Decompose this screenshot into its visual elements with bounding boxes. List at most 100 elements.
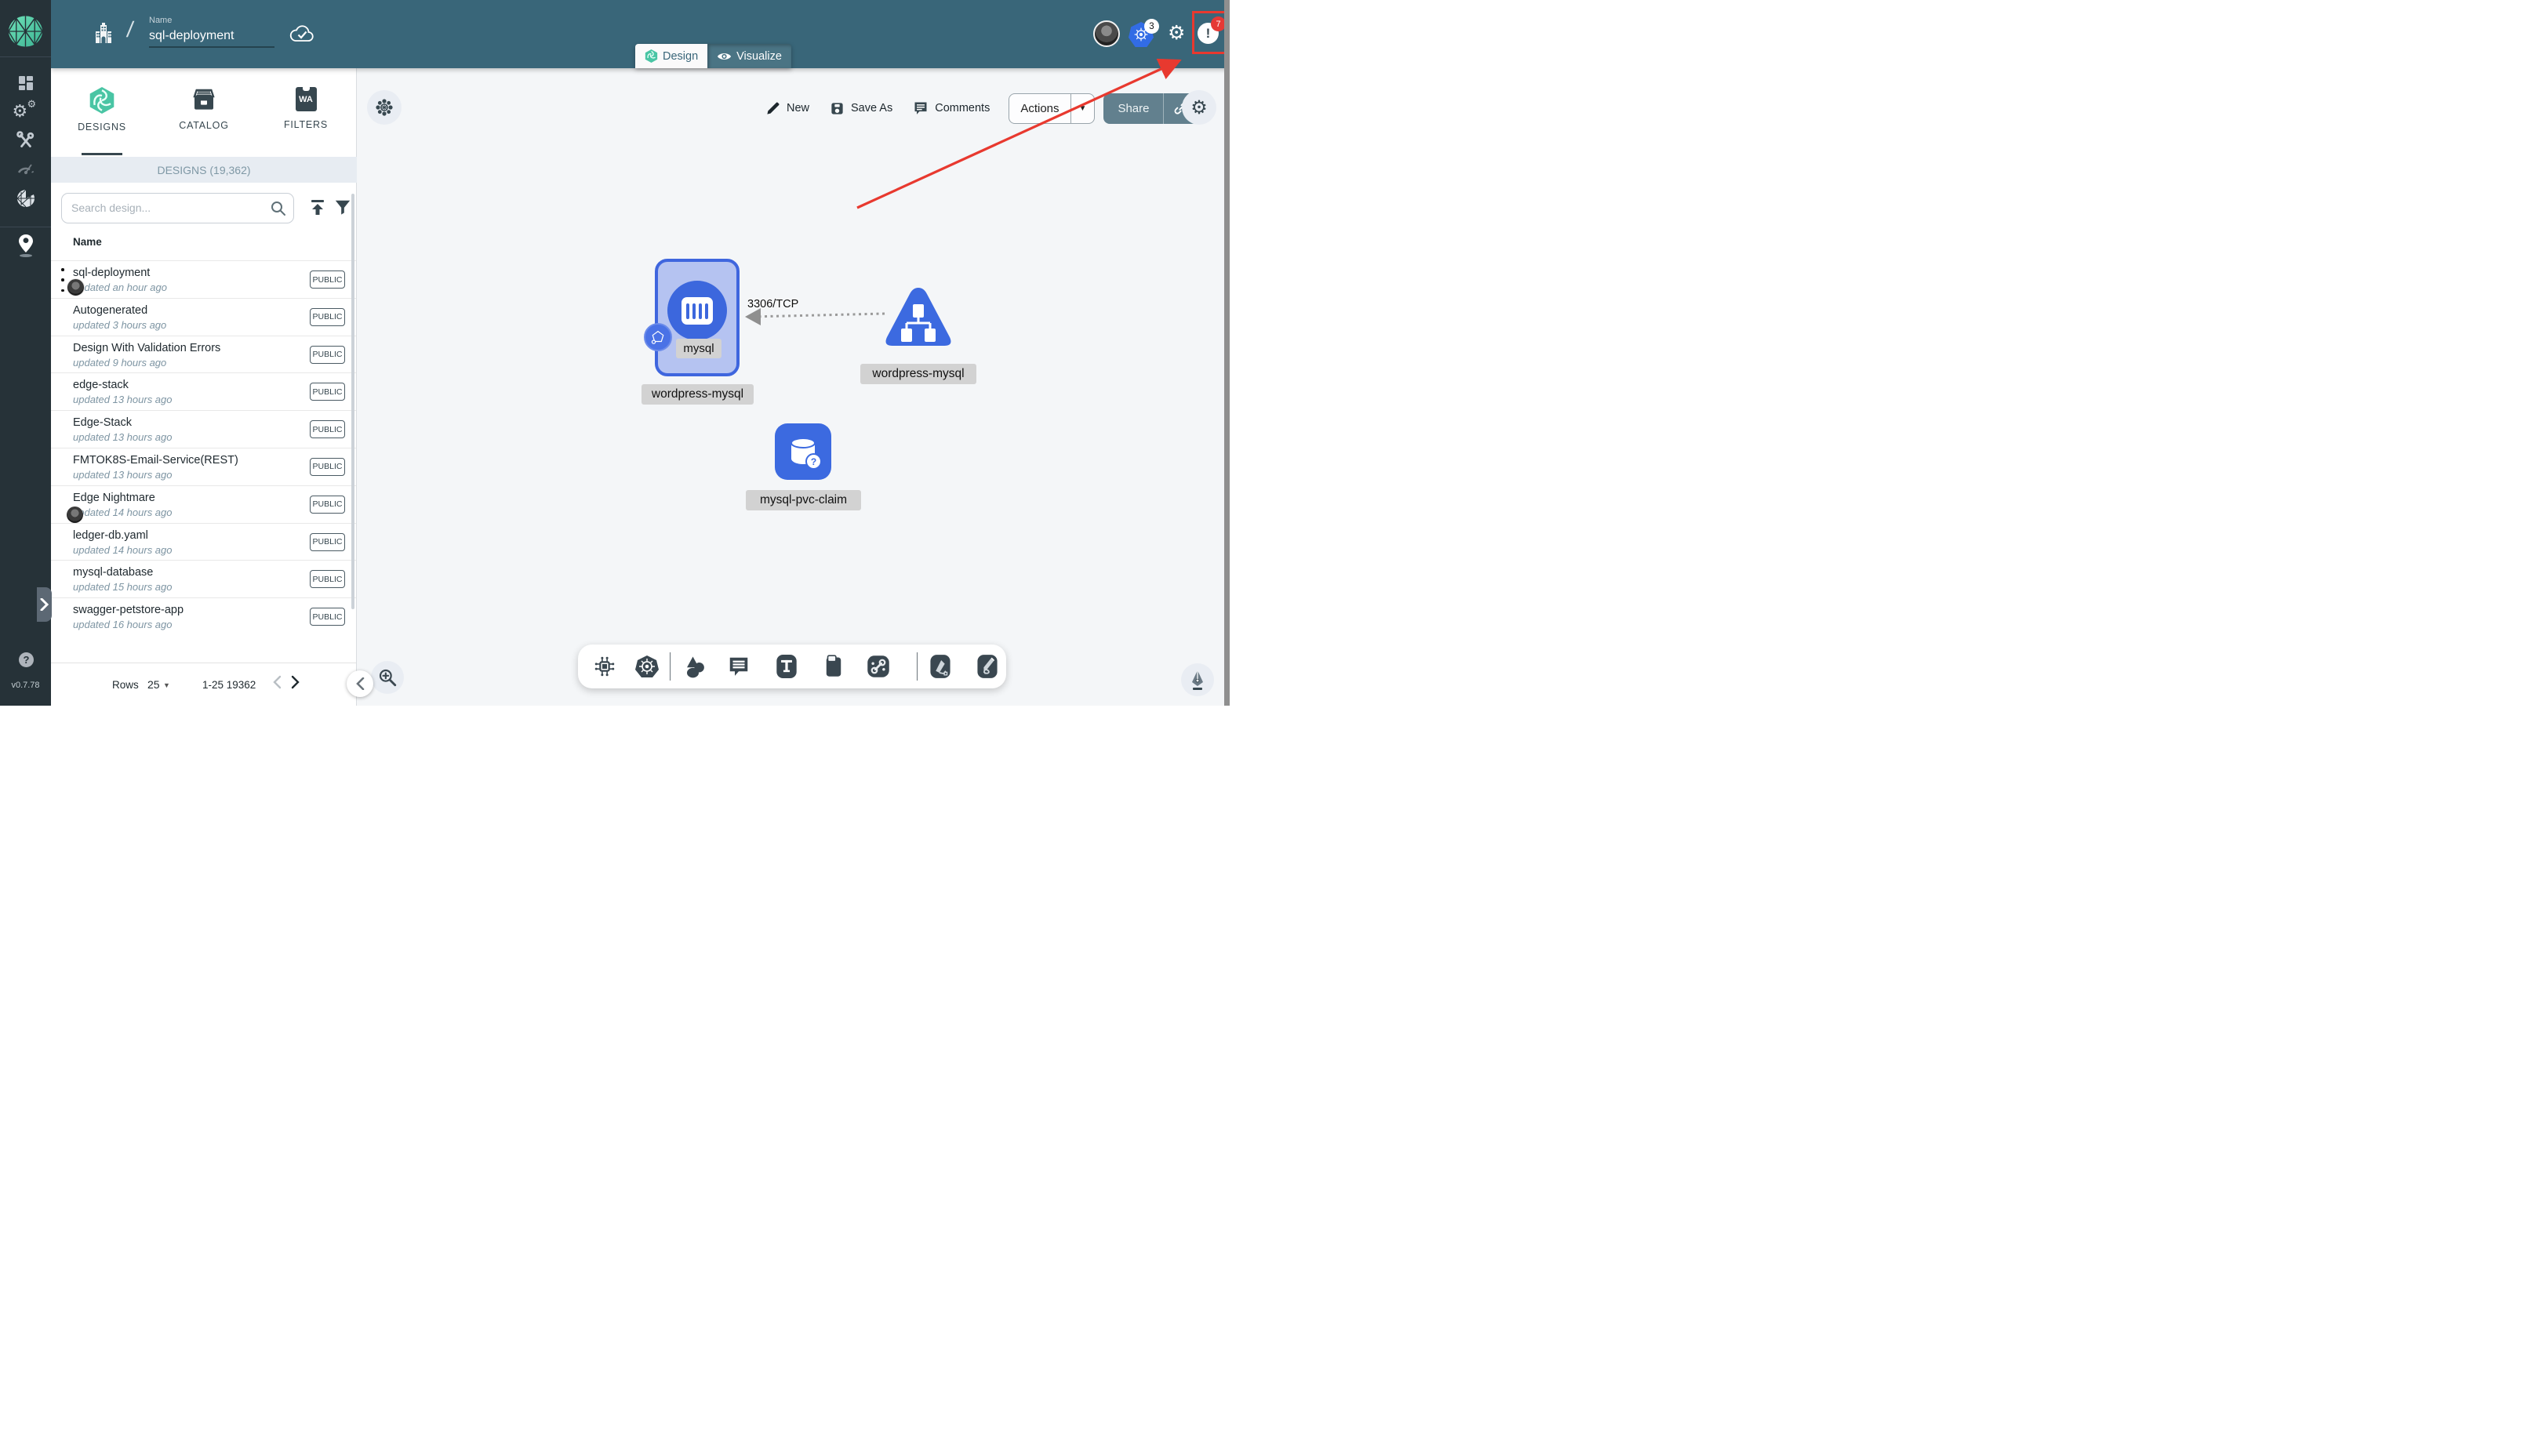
meshery-logo-icon[interactable] xyxy=(7,14,44,49)
meshery-designs-icon xyxy=(89,87,114,114)
actions-caret-icon[interactable]: ▼ xyxy=(1071,104,1095,113)
pvc-node[interactable]: ? xyxy=(775,423,831,480)
canvas-dock xyxy=(578,644,1006,688)
filter-funnel-icon[interactable] xyxy=(334,198,351,216)
shapes-button[interactable] xyxy=(678,644,711,688)
sidebar-item-dashboard[interactable] xyxy=(0,72,51,94)
gear-icon: ⚙ xyxy=(1190,96,1208,118)
component-shapes-button[interactable] xyxy=(589,644,620,688)
cloud-save-status-icon[interactable] xyxy=(289,24,315,44)
panel-scrollbar[interactable] xyxy=(351,194,354,609)
rows-per-page-value[interactable]: 25 xyxy=(147,678,160,691)
prev-page-button[interactable] xyxy=(272,675,282,689)
design-updated: updated 14 hours ago xyxy=(73,506,173,518)
sidebar-item-lifecycle[interactable]: ⚙ ⚙ xyxy=(0,100,51,124)
design-name: Autogenerated xyxy=(73,303,148,317)
comments-button[interactable]: Comments xyxy=(913,100,990,116)
row-menu-icon[interactable] xyxy=(61,268,64,292)
search-icon[interactable] xyxy=(270,200,287,217)
kubernetes-components-button[interactable] xyxy=(631,644,663,688)
text-icon xyxy=(776,655,797,678)
save-as-button[interactable]: Save As xyxy=(830,101,892,116)
design-updated: updated 14 hours ago xyxy=(73,543,173,556)
tab-designs[interactable]: DESIGNS xyxy=(51,68,153,157)
design-canvas[interactable]: New Save As Comments Actions ▼ Share ⚙ 3… xyxy=(358,68,1224,706)
design-updated: updated 13 hours ago xyxy=(73,431,173,444)
kubernetes-icon xyxy=(635,655,659,677)
deployment-node-label: wordpress-mysql xyxy=(642,384,754,405)
settings-gear-icon[interactable]: ⚙ xyxy=(1168,21,1185,45)
new-button[interactable]: New xyxy=(765,101,809,116)
wrenches-icon xyxy=(16,131,34,147)
dock-divider xyxy=(670,652,671,681)
question-mark-icon: ? xyxy=(23,654,30,666)
search-design-input[interactable] xyxy=(71,194,267,222)
actions-button[interactable]: Actions ▼ xyxy=(1009,93,1096,124)
sidebar-item-performance[interactable] xyxy=(0,157,51,177)
comment-bubble-icon xyxy=(729,657,748,676)
edge-port-label[interactable]: 3306/TCP xyxy=(747,298,798,310)
deployment-badge[interactable] xyxy=(644,323,672,351)
freehand-draw-button[interactable] xyxy=(970,644,1005,688)
pencil-icon xyxy=(767,102,780,114)
owner-avatar[interactable] xyxy=(67,278,85,296)
collapse-panel-button[interactable] xyxy=(347,670,373,697)
breadcrumb-separator: / xyxy=(125,17,136,42)
visibility-badge: PUBLIC xyxy=(310,271,345,289)
design-name: swagger-petstore-app xyxy=(73,604,184,617)
pen-tool-button[interactable] xyxy=(923,644,958,688)
pod-circle[interactable] xyxy=(667,281,727,340)
chip-icon xyxy=(594,656,615,677)
sidebar-item-extensions[interactable] xyxy=(0,185,51,210)
design-name-input[interactable] xyxy=(149,27,274,48)
upload-icon[interactable] xyxy=(308,198,327,216)
design-name-field: Name xyxy=(149,16,274,48)
design-updated: updated 13 hours ago xyxy=(73,468,173,481)
design-row[interactable]: Design With Validation Errors updated 9 … xyxy=(51,335,356,373)
column-header-name: Name xyxy=(73,236,102,248)
canvas-settings-button[interactable]: ⚙ xyxy=(1182,90,1216,125)
top-header: / Name Design Visualize xyxy=(51,0,1230,68)
design-row[interactable]: sql-deployment updated an hour ago PUBLI… xyxy=(51,260,356,298)
window-scrollbar[interactable] xyxy=(1224,0,1230,706)
link-tool-button[interactable] xyxy=(862,644,895,688)
meshery-app: ⚙ ⚙ ? v0.7.78 / Name sql-deployment Desi… xyxy=(0,0,1230,706)
snowflake-cluster-icon xyxy=(376,99,393,116)
mode-toggle: Design Visualize xyxy=(635,44,791,68)
tab-catalog[interactable]: CATALOG xyxy=(153,68,255,157)
kubernetes-context-badge[interactable]: 3 xyxy=(1144,19,1159,34)
sidebar-item-configuration[interactable] xyxy=(0,129,51,152)
note-tool-button[interactable] xyxy=(817,644,850,688)
pen-mode-button[interactable] xyxy=(1181,663,1214,696)
text-tool-button[interactable] xyxy=(770,644,803,688)
service-node[interactable] xyxy=(883,284,954,353)
sidebar-item-meshmap[interactable] xyxy=(0,232,51,260)
design-row[interactable]: edge-stack updated 13 hours ago PUBLIC xyxy=(51,372,356,410)
gauge-icon xyxy=(17,164,34,175)
expand-sidebar-button[interactable] xyxy=(37,587,52,622)
comment-tool-button[interactable] xyxy=(722,644,755,688)
design-updated: updated 13 hours ago xyxy=(73,394,173,406)
design-row[interactable]: FMTOK8S-Email-Service(REST) updated 13 h… xyxy=(51,447,356,485)
map-pin-icon xyxy=(18,234,33,257)
design-name: Edge Nightmare xyxy=(73,491,155,504)
user-avatar[interactable] xyxy=(1093,20,1120,47)
deployment-node[interactable]: mysql xyxy=(644,259,740,376)
design-row[interactable]: Autogenerated updated 3 hours ago PUBLIC xyxy=(51,297,356,336)
design-row[interactable]: swagger-petstore-app updated 16 hours ag… xyxy=(51,597,356,635)
tab-visualize[interactable]: Visualize xyxy=(707,44,791,68)
design-row[interactable]: Edge-Stack updated 13 hours ago PUBLIC xyxy=(51,410,356,448)
zoom-in-button[interactable] xyxy=(371,661,404,694)
next-page-button[interactable] xyxy=(291,675,300,689)
organization-icon[interactable] xyxy=(93,22,114,45)
design-row[interactable]: mysql-database updated 15 hours ago PUBL… xyxy=(51,560,356,597)
layout-reset-button[interactable] xyxy=(367,90,402,125)
tab-filters[interactable]: WA FILTERS xyxy=(255,68,357,157)
pagination-bar: Rows 25 ▼ 1-25 19362 xyxy=(51,663,356,706)
tab-design-label: Design xyxy=(663,49,699,63)
help-button[interactable]: ? xyxy=(19,652,34,667)
design-row[interactable]: Edge Nightmare updated 14 hours ago PUBL… xyxy=(51,485,356,523)
tab-design[interactable]: Design xyxy=(635,44,708,68)
rows-per-page-caret-icon[interactable]: ▼ xyxy=(163,681,170,689)
design-row[interactable]: ledger-db.yaml updated 14 hours ago PUBL… xyxy=(51,522,356,561)
